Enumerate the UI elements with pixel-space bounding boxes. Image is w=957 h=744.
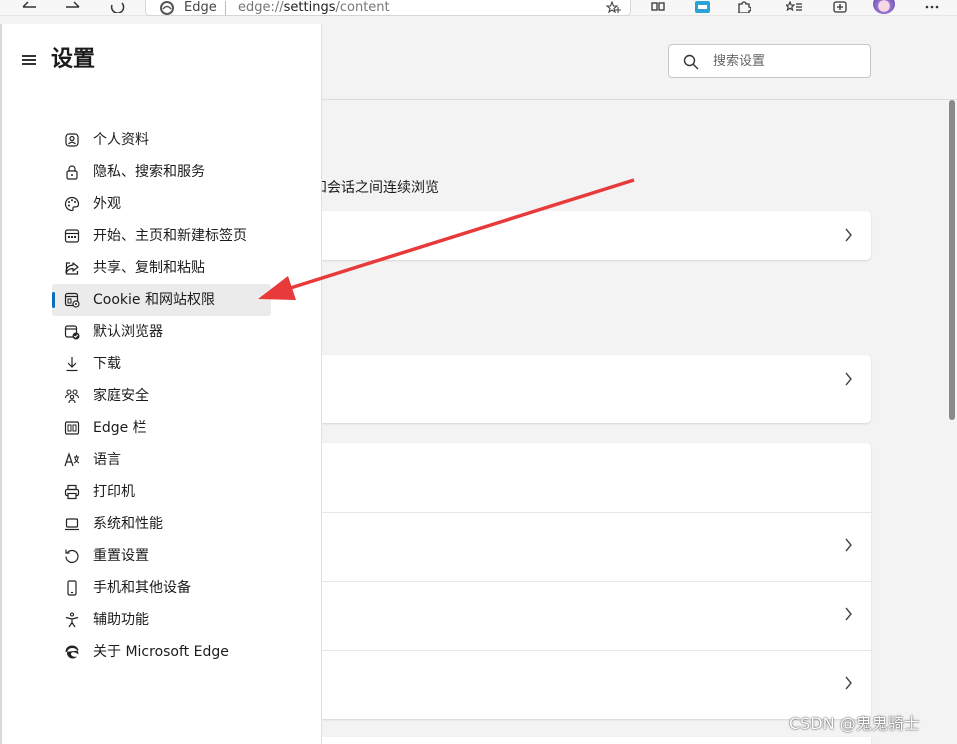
download-icon bbox=[64, 356, 80, 372]
card-row bbox=[322, 443, 871, 512]
sidebar-item-label: 开始、主页和新建标签页 bbox=[93, 228, 247, 244]
laptop-icon bbox=[64, 516, 80, 532]
sidebar-item-language[interactable]: 语言 bbox=[52, 444, 271, 476]
section-description: 和会话之间连续浏览 bbox=[313, 180, 439, 196]
sidebar-item-label: 关于 Microsoft Edge bbox=[93, 644, 229, 660]
sidebar-item-label: 家庭安全 bbox=[93, 388, 149, 404]
favorites-list-icon[interactable] bbox=[786, 0, 802, 14]
card-row[interactable] bbox=[322, 581, 871, 650]
settings-nav: 个人资料 隐私、搜索和服务 外观 开始、主页和新建标签页 共享、复制和粘贴 Co… bbox=[52, 124, 271, 668]
collections-add-icon[interactable] bbox=[832, 0, 848, 14]
sidebar-item-profile[interactable]: 个人资料 bbox=[52, 124, 271, 156]
sidebar-item-label: 下载 bbox=[93, 356, 121, 372]
cookie-site-permissions-icon bbox=[64, 292, 80, 308]
sidebar-item-label: 打印机 bbox=[93, 484, 135, 500]
language-icon bbox=[64, 452, 80, 468]
settings-card-1 bbox=[322, 211, 871, 260]
extension-badge-icon[interactable] bbox=[694, 0, 710, 14]
chevron-right-icon bbox=[845, 676, 852, 690]
main-header bbox=[322, 24, 957, 100]
edge-bar-icon bbox=[64, 420, 80, 436]
reset-icon bbox=[64, 548, 80, 564]
edge-logo-icon bbox=[64, 644, 80, 660]
card-row[interactable] bbox=[322, 512, 871, 581]
search-icon bbox=[683, 54, 699, 70]
phone-icon bbox=[64, 580, 80, 596]
site-label: Edge bbox=[184, 0, 217, 15]
address-separator bbox=[225, 1, 226, 15]
sidebar-item-about[interactable]: 关于 Microsoft Edge bbox=[52, 636, 271, 668]
watermark: CSDN @鬼鬼骑士 bbox=[789, 714, 920, 733]
settings-card-4 bbox=[322, 737, 871, 744]
sidebar-item-label: 默认浏览器 bbox=[93, 324, 163, 340]
sidebar-item-label: 语言 bbox=[93, 452, 121, 468]
sidebar-item-system[interactable]: 系统和性能 bbox=[52, 508, 271, 540]
sidebar-item-downloads[interactable]: 下载 bbox=[52, 348, 271, 380]
settings-sidebar: 设置 个人资料 隐私、搜索和服务 外观 开始、主页和新建标签页 共享、复制和粘贴 bbox=[0, 24, 322, 744]
settings-card-3 bbox=[322, 443, 871, 719]
sidebar-item-accessibility[interactable]: 辅助功能 bbox=[52, 604, 271, 636]
sidebar-item-label: 隐私、搜索和服务 bbox=[93, 164, 205, 180]
family-icon bbox=[64, 388, 80, 404]
sidebar-item-label: Cookie 和网站权限 bbox=[93, 292, 215, 308]
chevron-right-icon bbox=[845, 538, 852, 552]
hamburger-menu-icon[interactable] bbox=[22, 55, 36, 65]
search-box[interactable] bbox=[668, 44, 871, 78]
profile-avatar[interactable] bbox=[873, 0, 895, 14]
edge-site-icon bbox=[160, 1, 174, 15]
sidebar-item-label: 共享、复制和粘贴 bbox=[93, 260, 205, 276]
share-icon bbox=[64, 260, 80, 276]
sidebar-item-label: 外观 bbox=[93, 196, 121, 212]
sidebar-item-reset[interactable]: 重置设置 bbox=[52, 540, 271, 572]
settings-card-2 bbox=[322, 355, 871, 423]
more-menu-icon[interactable] bbox=[924, 0, 940, 14]
chevron-right-icon bbox=[845, 372, 852, 386]
url-text[interactable]: edge://settings/content bbox=[238, 0, 390, 16]
profile-icon bbox=[64, 132, 80, 148]
scrollbar-thumb[interactable] bbox=[949, 100, 955, 420]
accessibility-icon bbox=[64, 612, 80, 628]
sidebar-item-start-page[interactable]: 开始、主页和新建标签页 bbox=[52, 220, 271, 252]
chevron-right-icon bbox=[845, 607, 852, 621]
sidebar-item-printers[interactable]: 打印机 bbox=[52, 476, 271, 508]
browser-toolbar: Edge edge://settings/content bbox=[0, 0, 957, 16]
sidebar-item-share[interactable]: 共享、复制和粘贴 bbox=[52, 252, 271, 284]
sidebar-item-label: Edge 栏 bbox=[93, 420, 147, 436]
extensions-puzzle-icon[interactable] bbox=[736, 0, 752, 14]
sidebar-item-label: 辅助功能 bbox=[93, 612, 149, 628]
sidebar-item-family[interactable]: 家庭安全 bbox=[52, 380, 271, 412]
back-arrow-icon[interactable] bbox=[20, 0, 38, 14]
chevron-right-icon bbox=[845, 228, 852, 242]
sidebar-item-label: 重置设置 bbox=[93, 548, 149, 564]
printer-icon bbox=[64, 484, 80, 500]
sidebar-item-phone[interactable]: 手机和其他设备 bbox=[52, 572, 271, 604]
sidebar-item-label: 手机和其他设备 bbox=[93, 580, 191, 596]
card-row[interactable] bbox=[322, 355, 871, 423]
sidebar-item-edge-bar[interactable]: Edge 栏 bbox=[52, 412, 271, 444]
forward-arrow-icon[interactable] bbox=[64, 0, 82, 14]
sidebar-item-label: 系统和性能 bbox=[93, 516, 163, 532]
address-bar[interactable]: Edge edge://settings/content bbox=[145, 0, 631, 16]
page-title: 设置 bbox=[51, 47, 96, 72]
search-input[interactable] bbox=[713, 52, 863, 70]
default-browser-icon bbox=[64, 324, 80, 340]
card-row[interactable] bbox=[322, 211, 871, 260]
start-page-icon bbox=[64, 228, 80, 244]
sidebar-item-default-browser[interactable]: 默认浏览器 bbox=[52, 316, 271, 348]
sidebar-item-label: 个人资料 bbox=[93, 132, 149, 148]
sidebar-item-cookies[interactable]: Cookie 和网站权限 bbox=[52, 284, 271, 316]
sidebar-item-appearance[interactable]: 外观 bbox=[52, 188, 271, 220]
active-indicator bbox=[52, 292, 55, 308]
lock-icon bbox=[64, 164, 80, 180]
sidebar-edge bbox=[0, 24, 2, 744]
collections-icon[interactable] bbox=[650, 0, 666, 14]
card-row[interactable] bbox=[322, 650, 871, 719]
palette-icon bbox=[64, 196, 80, 212]
refresh-icon[interactable] bbox=[108, 0, 126, 14]
sidebar-item-privacy[interactable]: 隐私、搜索和服务 bbox=[52, 156, 271, 188]
add-favorite-icon[interactable] bbox=[606, 1, 622, 13]
